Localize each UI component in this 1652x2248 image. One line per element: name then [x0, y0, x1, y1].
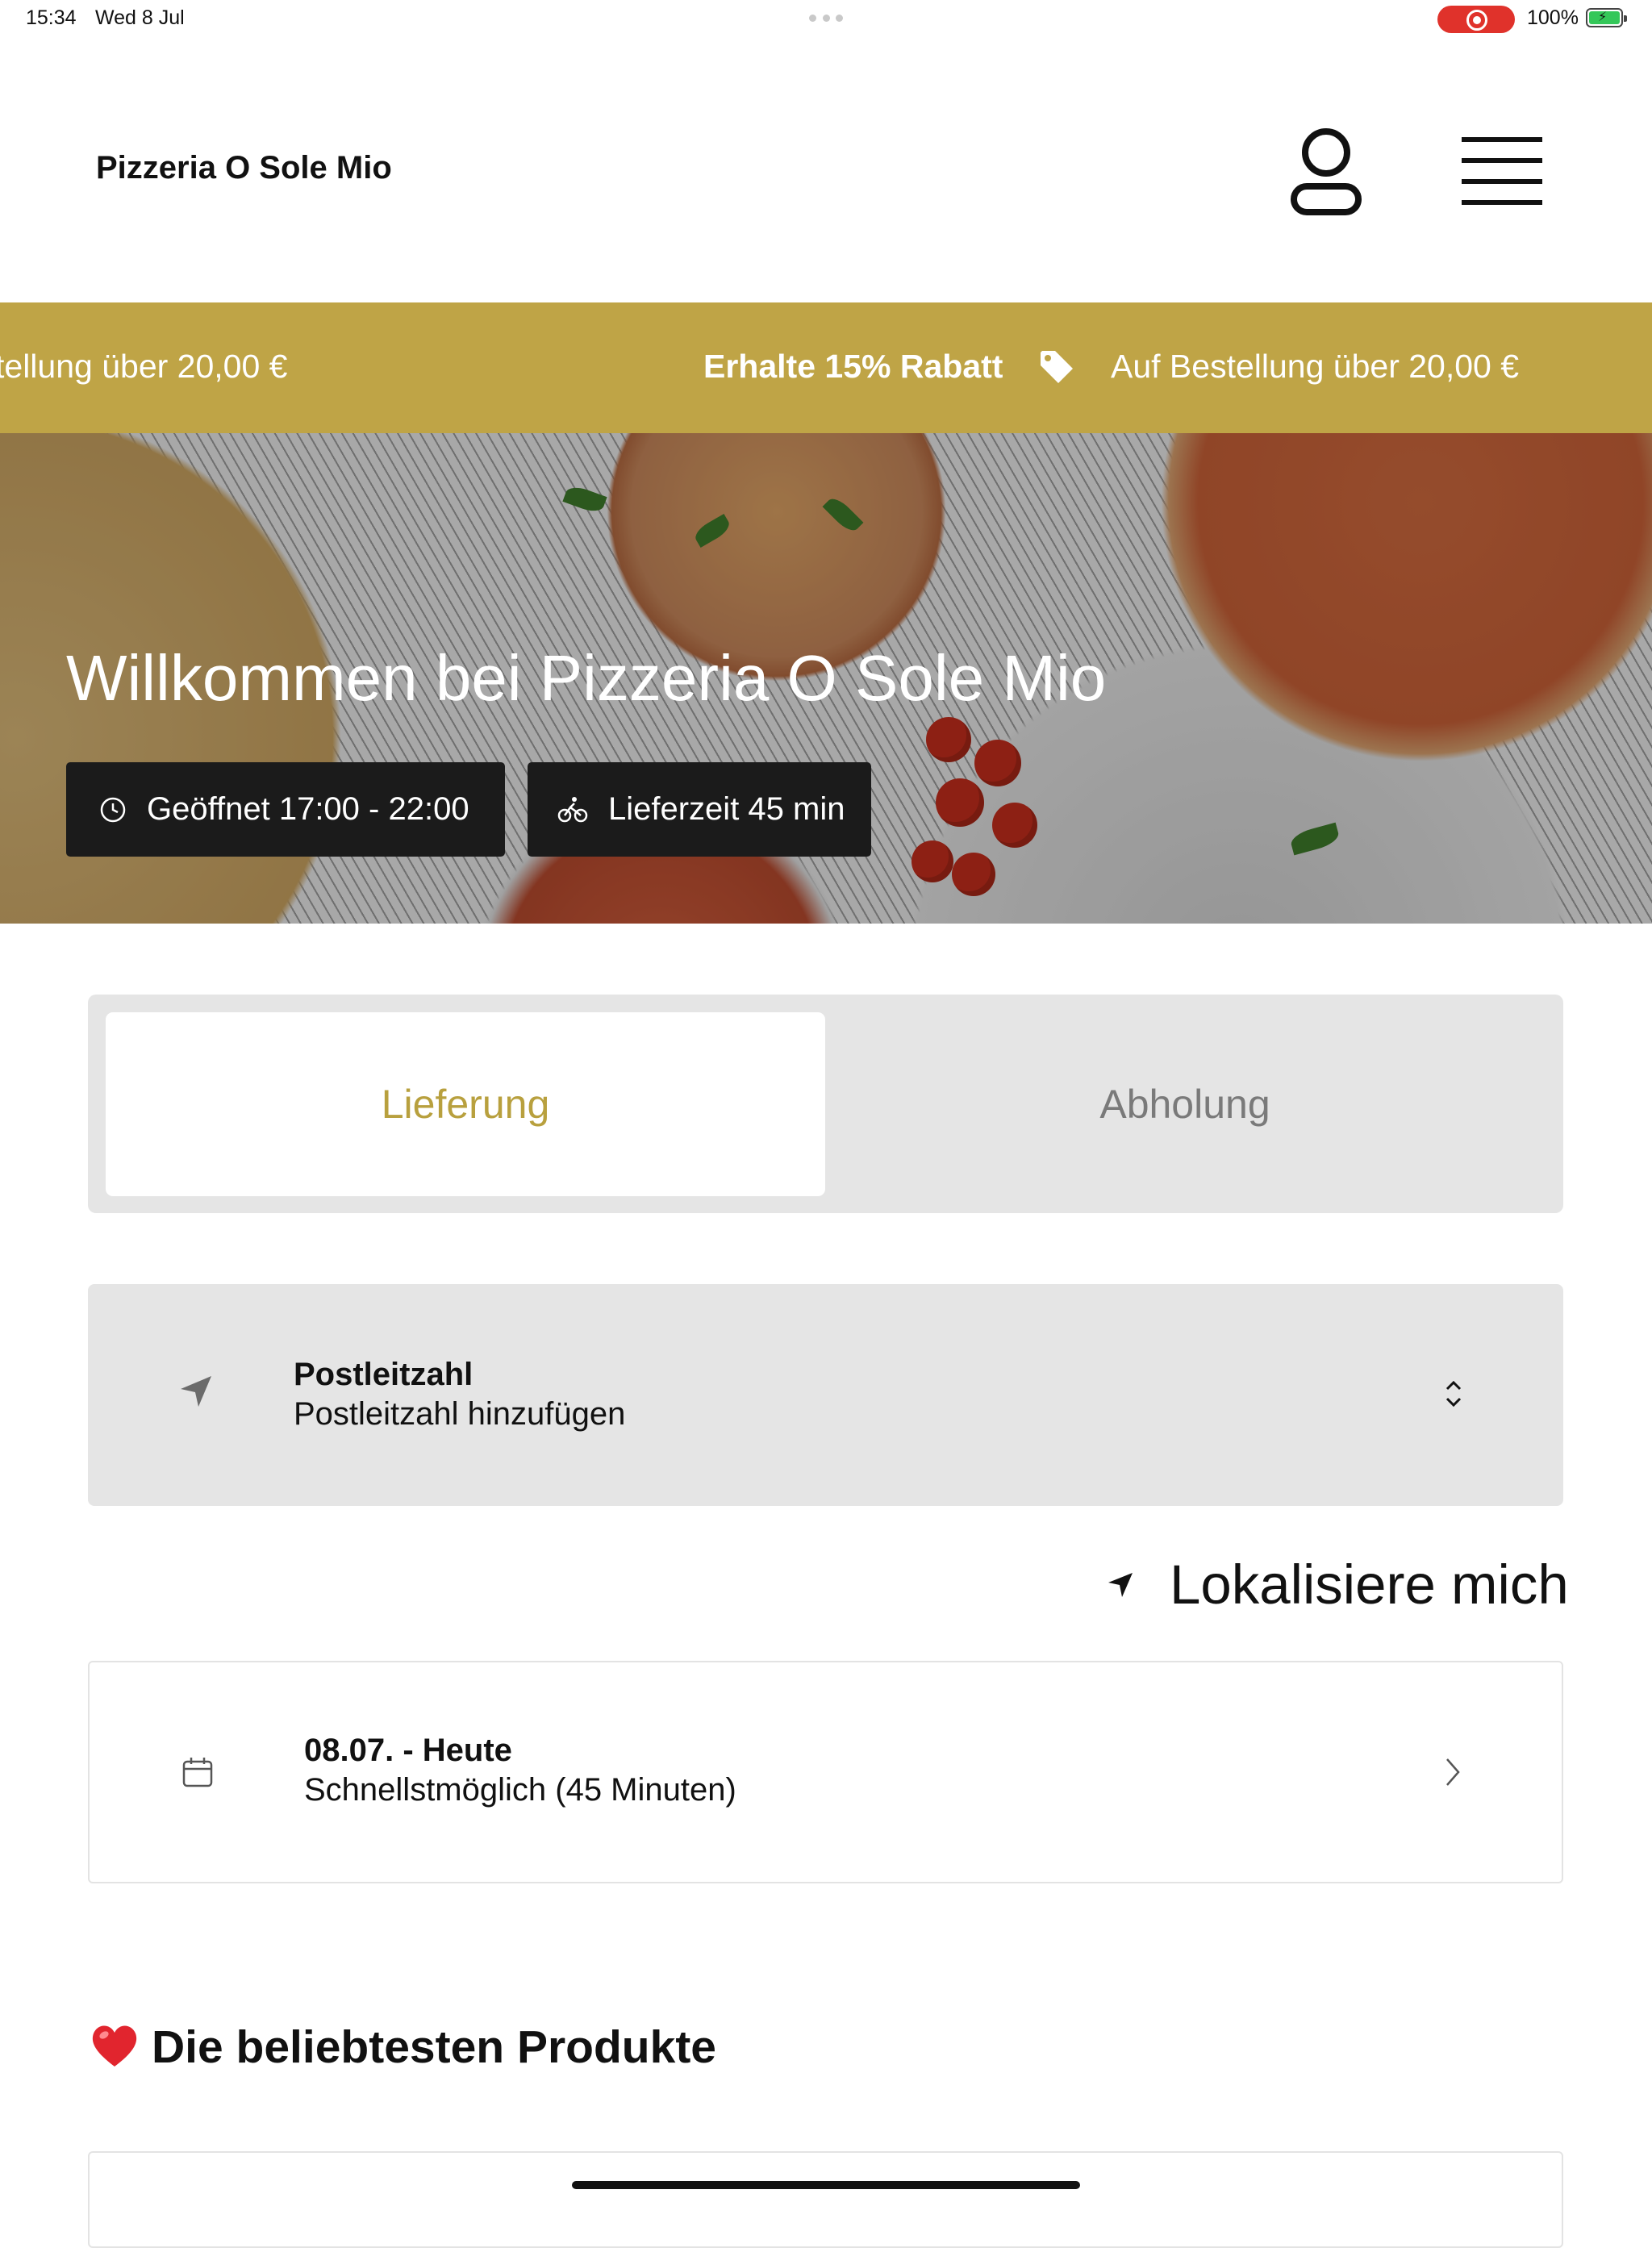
- tab-delivery[interactable]: Lieferung: [106, 1012, 825, 1196]
- status-time: 15:34: [26, 6, 77, 29]
- brand-name[interactable]: Pizzeria O Sole Mio: [96, 150, 392, 186]
- postcode-label: Postleitzahl: [294, 1357, 473, 1392]
- tab-pickup[interactable]: Abholung: [825, 1012, 1545, 1196]
- promo-condition: Auf Bestellung über 20,00 €: [1111, 348, 1520, 385]
- user-icon[interactable]: [1289, 125, 1363, 215]
- chevron-up-down-icon: [1446, 1380, 1462, 1408]
- delivery-time-text: Lieferzeit 45 min: [608, 791, 845, 827]
- multitasking-dots-icon[interactable]: [809, 15, 843, 22]
- promo-highlight: Erhalte 15% Rabatt: [703, 348, 1003, 385]
- battery-percentage: 100%: [1527, 6, 1579, 29]
- product-card[interactable]: [88, 2151, 1563, 2248]
- hamburger-menu-icon[interactable]: [1462, 136, 1542, 206]
- locate-me-link[interactable]: Lokalisiere mich: [1170, 1553, 1569, 1616]
- battery-icon: ⚡: [1586, 8, 1627, 27]
- promo-banner: tellung über 20,00 € Erhalte 15% Rabatt …: [0, 302, 1652, 433]
- calendar-icon: [182, 1758, 213, 1787]
- tag-icon: [1041, 351, 1073, 383]
- status-date: Wed 8 Jul: [95, 6, 185, 29]
- hero-title: Willkommen bei Pizzeria O Sole Mio: [66, 642, 1107, 714]
- popular-products-title: Die beliebtesten Produkte: [152, 2021, 717, 2073]
- location-arrow-icon: [181, 1376, 211, 1407]
- location-arrow-icon[interactable]: [1107, 1571, 1134, 1599]
- chevron-right-icon: [1446, 1758, 1460, 1786]
- screen-recording-icon[interactable]: [1437, 6, 1515, 33]
- bicycle-icon: [557, 796, 588, 822]
- opening-hours-chip: Geöffnet 17:00 - 22:00: [66, 762, 505, 857]
- promo-text-fragment: tellung über 20,00 €: [0, 348, 288, 385]
- clock-icon: [100, 797, 126, 822]
- postcode-selector[interactable]: [88, 1284, 1563, 1506]
- heart-icon: [92, 2025, 137, 2067]
- delivery-time-chip: Lieferzeit 45 min: [528, 762, 871, 857]
- opening-hours-text: Geöffnet 17:00 - 22:00: [147, 791, 469, 827]
- delivery-date-subtitle: Schnellstmöglich (45 Minuten): [304, 1772, 736, 1808]
- home-indicator[interactable]: [572, 2181, 1080, 2189]
- postcode-value[interactable]: Postleitzahl hinzufügen: [294, 1396, 625, 1433]
- delivery-date-title: 08.07. - Heute: [304, 1733, 512, 1768]
